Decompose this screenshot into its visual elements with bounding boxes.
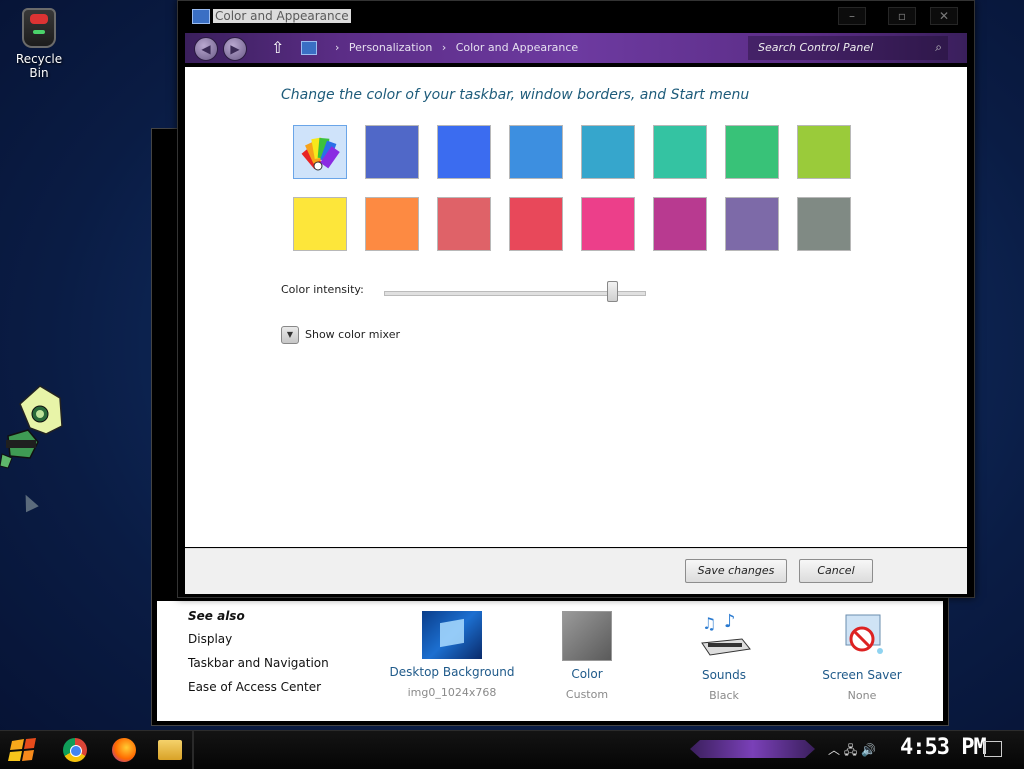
see-also-panel: See also Display Taskbar and Navigation … [188, 609, 329, 704]
close-button[interactable]: ✕ [930, 7, 958, 25]
screen-saver-label: Screen Saver [822, 668, 902, 682]
start-icon[interactable] [8, 737, 38, 763]
forward-button[interactable]: ▶ [223, 37, 247, 61]
taskbar-separator [192, 731, 194, 769]
file-explorer-icon[interactable] [158, 740, 182, 760]
color-swatch-7[interactable] [725, 125, 779, 179]
network-icon[interactable]: 🖧 [844, 743, 857, 757]
recycle-bin-icon [22, 8, 56, 48]
see-also-link-taskbar[interactable]: Taskbar and Navigation [188, 656, 329, 670]
window-title: Color and Appearance [213, 9, 351, 23]
system-tray: ︿ 🖧 🔊 [828, 741, 876, 762]
color-swatch-3[interactable] [437, 125, 491, 179]
color-swatch-custom[interactable] [293, 125, 347, 179]
desktop-background-thumbnail [422, 611, 482, 659]
color-swatch-10[interactable] [365, 197, 419, 251]
page-heading: Change the color of your taskbar, window… [281, 87, 750, 103]
minimize-button[interactable]: – [838, 7, 866, 25]
volume-icon[interactable]: 🔊 [861, 743, 876, 757]
see-also-link-display[interactable]: Display [188, 632, 329, 646]
dialog-footer: Save changes Cancel [185, 548, 967, 594]
recycle-bin-desktop-icon[interactable]: Recycle Bin [5, 8, 73, 80]
color-settings-panel: Change the color of your taskbar, window… [185, 67, 967, 547]
screen-saver-value: None [847, 689, 877, 702]
svg-text:♫: ♫ [702, 614, 716, 633]
color-intensity-label: Color intensity: [281, 283, 364, 296]
show-color-mixer-toggle[interactable]: ▼ [281, 326, 299, 344]
desktop-background-value: img0_1024x768 [407, 686, 497, 699]
address-bar: ◀ ▶ ⇧ › Personalization › Color and Appe… [185, 33, 967, 63]
color-intensity-slider-thumb[interactable] [606, 281, 618, 302]
color-swatch-11[interactable] [437, 197, 491, 251]
recycle-bin-label: Recycle Bin [15, 52, 63, 80]
color-palette-icon [294, 126, 346, 178]
svg-text:♪: ♪ [724, 611, 736, 632]
color-swatch-2[interactable] [365, 125, 419, 179]
sounds-label: Sounds [701, 668, 747, 682]
sounds-value: Black [709, 689, 739, 702]
show-color-mixer-label[interactable]: Show color mixer [305, 328, 400, 341]
color-label: Color [571, 667, 603, 681]
breadcrumb-separator-icon: › [441, 41, 447, 54]
sounds-icon: ♫ ♪ [701, 611, 751, 656]
control-panel-breadcrumb-icon [301, 41, 317, 55]
mouse-cursor-icon [19, 491, 39, 513]
color-swatch-13[interactable] [581, 197, 635, 251]
color-swatch-4[interactable] [509, 125, 563, 179]
color-value: Custom [565, 688, 609, 701]
screen-saver-icon [845, 614, 883, 654]
chrome-icon[interactable] [63, 738, 87, 762]
cancel-button[interactable]: Cancel [799, 559, 873, 583]
color-swatch-15[interactable] [725, 197, 779, 251]
search-input[interactable]: Search Control Panel ⌕ [748, 36, 948, 60]
screen-saver-tile[interactable]: Screen Saver None [792, 611, 932, 702]
taskbar: ︿ 🖧 🔊 4:53 PM [0, 730, 1024, 769]
maximize-button[interactable]: ▫ [888, 7, 916, 25]
breadcrumb-personalization[interactable]: Personalization [349, 41, 432, 54]
firefox-icon[interactable] [112, 738, 136, 762]
notification-icon[interactable] [984, 741, 1002, 757]
sounds-tile[interactable]: ♫ ♪ Sounds Black [654, 611, 794, 702]
taskbar-clock[interactable]: 4:53 PM [900, 735, 987, 760]
desktop-background-label: Desktop Background [389, 665, 515, 679]
desktop-background-tile[interactable]: Desktop Background img0_1024x768 [382, 611, 522, 699]
color-swatch-8[interactable] [797, 125, 851, 179]
breadcrumb: › Personalization › Color and Appearance [335, 41, 584, 54]
color-tile[interactable]: Color Custom [517, 611, 657, 701]
peridot-desktop-figure [0, 385, 63, 469]
color-swatch-12[interactable] [509, 197, 563, 251]
window-titlebar[interactable]: Color and Appearance – ▫ ✕ [178, 1, 974, 31]
color-swatch-14[interactable] [653, 197, 707, 251]
breadcrumb-color-and-appearance[interactable]: Color and Appearance [456, 41, 578, 54]
taskbar-decoration [690, 740, 815, 758]
see-also-link-ease-of-access[interactable]: Ease of Access Center [188, 680, 329, 694]
search-icon[interactable]: ⌕ [935, 40, 942, 55]
search-placeholder: Search Control Panel [758, 41, 874, 54]
chevron-up-icon[interactable]: ︿ [828, 743, 840, 757]
control-panel-icon [192, 9, 210, 24]
breadcrumb-separator-icon: › [335, 41, 340, 54]
see-also-title: See also [188, 609, 245, 623]
save-changes-button[interactable]: Save changes [685, 559, 787, 583]
back-button[interactable]: ◀ [194, 37, 218, 61]
personalization-content: See also Display Taskbar and Navigation … [157, 601, 943, 721]
color-swatch-6[interactable] [653, 125, 707, 179]
color-and-appearance-window: Color and Appearance – ▫ ✕ ◀ ▶ ⇧ › Perso… [177, 0, 975, 598]
color-swatch-5[interactable] [581, 125, 635, 179]
up-arrow-icon[interactable]: ⇧ [271, 38, 284, 57]
color-thumbnail [562, 611, 612, 661]
color-swatch-16[interactable] [797, 197, 851, 251]
color-swatch-9[interactable] [293, 197, 347, 251]
